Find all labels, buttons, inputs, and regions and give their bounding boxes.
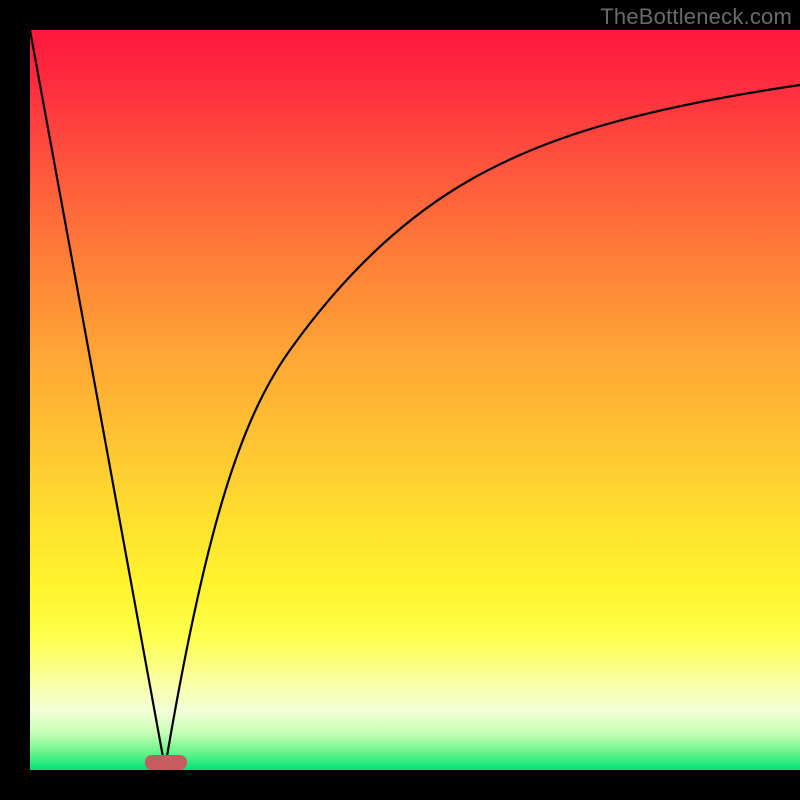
chart-frame: TheBottleneck.com [0, 0, 800, 800]
watermark-text: TheBottleneck.com [600, 4, 792, 30]
curve-right-arc [165, 85, 800, 768]
curve-left-line [30, 30, 165, 768]
bottleneck-curve [30, 30, 800, 770]
plot-area [30, 30, 800, 770]
optimal-marker [145, 755, 187, 770]
